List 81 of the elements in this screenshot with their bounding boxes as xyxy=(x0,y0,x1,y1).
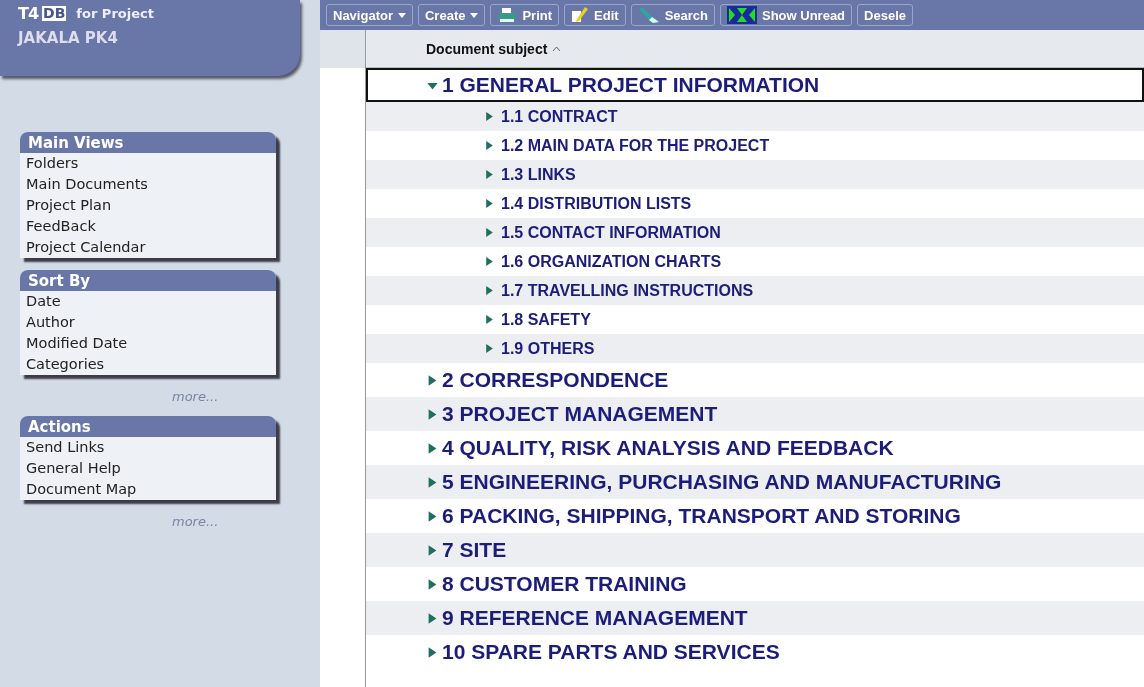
nav-link[interactable]: Folders xyxy=(20,153,276,174)
logo-text: T4 xyxy=(18,4,39,23)
toolbar-button[interactable]: Navigator xyxy=(326,4,413,26)
tree-row[interactable]: 1.3 LINKS xyxy=(366,160,1144,189)
collapsed-triangle-icon[interactable] xyxy=(484,111,495,122)
column-label: Document subject xyxy=(426,40,562,57)
collapsed-triangle-icon[interactable] xyxy=(426,441,439,455)
panel-title: Actions xyxy=(20,416,276,437)
caret-icon xyxy=(397,12,406,18)
tree-row[interactable]: 5 ENGINEERING, PURCHASING AND MANUFACTURING xyxy=(366,465,1144,499)
category-label: 1 GENERAL PROJECT INFORMATION xyxy=(442,73,820,97)
unread-icon xyxy=(727,6,757,24)
collapsed-triangle-icon[interactable] xyxy=(484,343,495,354)
toolbar-button[interactable]: Edit xyxy=(564,4,626,26)
subcategory-label: 1.5 CONTACT INFORMATION xyxy=(501,223,721,242)
tree-row[interactable]: 9 REFERENCE MANAGEMENT xyxy=(366,601,1144,635)
logo-text: DB xyxy=(42,6,67,21)
collapsed-triangle-icon[interactable] xyxy=(426,645,439,659)
subcategory-label: 1.8 SAFETY xyxy=(501,310,591,329)
toolbar-button[interactable]: Create xyxy=(417,4,486,26)
nav-link[interactable]: Project Plan xyxy=(20,195,276,216)
collapsed-triangle-icon[interactable] xyxy=(426,509,439,523)
category-label: 10 SPARE PARTS AND SERVICES xyxy=(442,640,780,664)
subcategory-label: 1.2 MAIN DATA FOR THE PROJECT xyxy=(501,136,770,155)
category-label: 7 SITE xyxy=(442,538,507,562)
tree-row[interactable]: 3 PROJECT MANAGEMENT xyxy=(366,397,1144,431)
toolbar-button[interactable]: Show Unread xyxy=(720,4,853,26)
subcategory-label: 1.9 OTHERS xyxy=(501,339,595,358)
collapsed-triangle-icon[interactable] xyxy=(484,314,495,325)
tree-row[interactable]: 1.5 CONTACT INFORMATION xyxy=(366,218,1144,247)
collapsed-triangle-icon[interactable] xyxy=(426,611,439,625)
nav-link[interactable]: Document Map xyxy=(20,479,276,500)
collapsed-triangle-icon[interactable] xyxy=(426,407,439,421)
tree-row[interactable]: 1.1 CONTRACT xyxy=(366,102,1144,131)
nav-link[interactable]: FeedBack xyxy=(20,216,276,237)
nav-link[interactable]: Date xyxy=(20,291,276,312)
subcategory-label: 1.7 TRAVELLING INSTRUCTIONS xyxy=(501,281,754,300)
subcategory-label: 1.4 DISTRIBUTION LISTS xyxy=(501,194,692,213)
category-label: 2 CORRESPONDENCE xyxy=(442,368,669,392)
printer-icon xyxy=(497,8,518,22)
collapsed-triangle-icon[interactable] xyxy=(484,227,495,238)
nav-link[interactable]: Categories xyxy=(20,354,276,375)
category-label: 4 QUALITY, RISK ANALYSIS AND FEEDBACK xyxy=(442,436,894,460)
collapsed-triangle-icon[interactable] xyxy=(426,475,439,489)
collapsed-triangle-icon[interactable] xyxy=(484,169,495,180)
toolbar-button[interactable]: Print xyxy=(490,4,560,26)
panel-title: Sort By xyxy=(20,270,276,291)
nav-link[interactable]: Modified Date xyxy=(20,333,276,354)
collapsed-triangle-icon[interactable] xyxy=(426,373,439,387)
category-label: 3 PROJECT MANAGEMENT xyxy=(442,402,718,426)
tree-row[interactable]: 7 SITE xyxy=(366,533,1144,567)
subcategory-label: 1.6 ORGANIZATION CHARTS xyxy=(501,252,722,271)
column-header[interactable]: Document subject xyxy=(366,30,1144,68)
collapsed-triangle-icon[interactable] xyxy=(426,577,439,591)
toolbar-button[interactable]: Desele xyxy=(857,4,913,26)
category-label: 5 ENGINEERING, PURCHASING AND MANUFACTURING xyxy=(442,470,1002,494)
nav-link[interactable]: Main Documents xyxy=(20,174,276,195)
nav-link[interactable]: Send Links xyxy=(20,437,276,458)
nav-link[interactable]: Project Calendar xyxy=(20,237,276,258)
collapsed-triangle-icon[interactable] xyxy=(484,256,495,267)
subcategory-label: 1.1 CONTRACT xyxy=(501,107,618,126)
flashlight-icon xyxy=(637,7,660,23)
category-label: 9 REFERENCE MANAGEMENT xyxy=(442,606,748,630)
pencil-icon xyxy=(571,7,590,23)
collapsed-triangle-icon[interactable] xyxy=(426,543,439,557)
category-label: 6 PACKING, SHIPPING, TRANSPORT AND STORING xyxy=(442,504,961,528)
category-label: 8 CUSTOMER TRAINING xyxy=(442,572,687,596)
tree-row[interactable]: 1 GENERAL PROJECT INFORMATION xyxy=(366,68,1144,102)
tagline: for Project xyxy=(76,6,154,21)
toolbar-button[interactable]: Search xyxy=(630,4,715,26)
project-name: JAKALA PK4 xyxy=(18,29,119,47)
subcategory-label: 1.3 LINKS xyxy=(501,165,576,184)
panel-title: Main Views xyxy=(20,132,276,153)
collapsed-triangle-icon[interactable] xyxy=(484,198,495,209)
caret-icon xyxy=(470,12,479,18)
collapsed-triangle-icon[interactable] xyxy=(484,140,495,151)
tree-row[interactable]: 1.7 TRAVELLING INSTRUCTIONS xyxy=(366,276,1144,305)
nav-link[interactable]: General Help xyxy=(20,458,276,479)
collapsed-triangle-icon[interactable] xyxy=(484,285,495,296)
nav-link[interactable]: Author xyxy=(20,312,276,333)
tree-row[interactable]: 1.9 OTHERS xyxy=(366,334,1144,363)
